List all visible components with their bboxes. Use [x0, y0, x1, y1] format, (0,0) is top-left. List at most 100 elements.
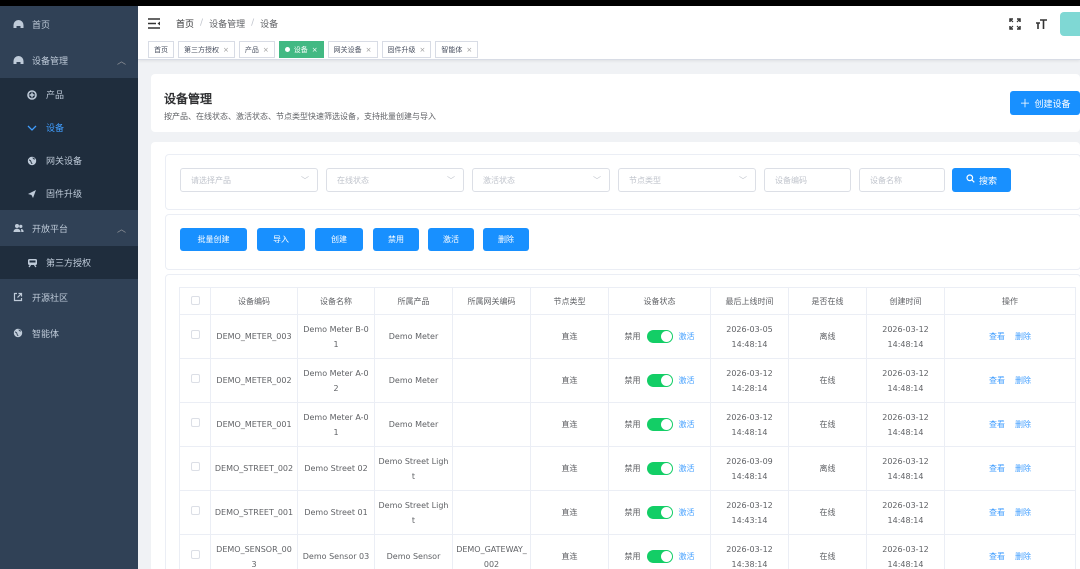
delete-link[interactable]: 删除 — [1015, 508, 1031, 517]
disabled-label: 禁用 — [624, 508, 641, 517]
sidebar-item-open-platform[interactable]: 开放平台 ︿ — [0, 210, 138, 246]
close-icon[interactable]: × — [223, 46, 229, 54]
open-platform-submenu: 第三方授权 — [0, 246, 138, 279]
fullscreen-icon[interactable] — [1008, 17, 1022, 31]
node-type-select[interactable]: 节点类型 ﹀ — [618, 168, 756, 192]
view-link[interactable]: 查看 — [989, 464, 1005, 473]
select-all-checkbox-cell[interactable] — [179, 287, 211, 315]
row-checkbox-cell[interactable] — [179, 358, 211, 403]
checkbox[interactable] — [190, 295, 200, 305]
view-link[interactable]: 查看 — [989, 552, 1005, 561]
create-device-button[interactable]: ＋创建设备 — [1010, 91, 1080, 115]
font-size-icon[interactable] — [1034, 17, 1048, 31]
status-group: 禁用 激活 — [612, 549, 707, 564]
sidebar-item-agent[interactable]: 智能体 — [0, 315, 138, 351]
delete-link[interactable]: 删除 — [1015, 332, 1031, 341]
view-link[interactable]: 查看 — [989, 332, 1005, 341]
checkbox[interactable] — [190, 506, 200, 515]
sidebar-item-device-management[interactable]: 设备管理 ︿ — [0, 42, 138, 78]
last-online-cell: 2026-03-12 14:38:14 — [710, 534, 789, 569]
sidebar-item-home[interactable]: 首页 — [0, 6, 138, 42]
status-toggle[interactable] — [646, 462, 673, 475]
device-code-cell: DEMO_STREET_002 — [210, 446, 298, 491]
device-code-input[interactable]: 设备编码 — [764, 168, 851, 192]
row-checkbox-cell[interactable] — [179, 402, 211, 447]
row-checkbox-cell[interactable] — [179, 490, 211, 535]
checkbox[interactable] — [190, 462, 200, 471]
column-header: 设备编码 — [210, 287, 298, 315]
tag-product[interactable]: 产品 × — [238, 41, 275, 58]
product-icon — [26, 89, 38, 101]
import-button[interactable]: 导入 — [257, 228, 305, 251]
gateway-cell — [452, 358, 531, 403]
tag-device[interactable]: 设备 × — [278, 41, 324, 58]
activation-status-select[interactable]: 激活状态 ﹀ — [472, 168, 610, 192]
tag-home[interactable]: 首页 — [148, 41, 174, 58]
close-icon[interactable]: × — [466, 46, 472, 54]
product-select[interactable]: 请选择产品 ﹀ — [180, 168, 318, 192]
view-link[interactable]: 查看 — [989, 508, 1005, 517]
delete-button[interactable]: 删除 — [483, 228, 529, 251]
delete-link[interactable]: 删除 — [1015, 464, 1031, 473]
sidebar-item-firmware[interactable]: 固件升级 — [0, 177, 138, 210]
tag-firmware[interactable]: 固件升级 × — [381, 41, 432, 58]
create-button[interactable]: 创建 — [315, 228, 363, 251]
status-toggle[interactable] — [646, 330, 673, 343]
row-checkbox-cell[interactable] — [179, 446, 211, 491]
status-toggle[interactable] — [646, 374, 673, 387]
search-button[interactable]: 搜索 — [952, 168, 1011, 192]
main-card: 请选择产品 ﹀ 在线状态 ﹀ 激活状态 ﹀ 节点类型 ﹀ 设备编码 设备名称 搜索 批量… — [151, 142, 1080, 569]
column-header: 所属网关编码 — [452, 287, 531, 315]
hamburger-icon[interactable] — [148, 17, 162, 29]
activated-label: 激活 — [678, 552, 695, 561]
sidebar-item-label: 设备管理 — [32, 56, 69, 67]
row-checkbox-cell[interactable] — [179, 534, 211, 569]
checkbox[interactable] — [190, 418, 200, 427]
operations-cell: 查看 删除 — [944, 402, 1076, 447]
close-icon[interactable]: × — [420, 46, 426, 54]
activated-label: 激活 — [678, 420, 695, 429]
close-icon[interactable]: × — [366, 46, 372, 54]
sidebar-item-product[interactable]: 产品 — [0, 78, 138, 111]
column-header: 创建时间 — [866, 287, 945, 315]
sidebar-item-device[interactable]: 设备 — [0, 111, 138, 144]
checkbox[interactable] — [190, 374, 200, 383]
node-type-cell: 直连 — [530, 490, 609, 535]
tag-gateway[interactable]: 网关设备 × — [327, 41, 378, 58]
view-link[interactable]: 查看 — [989, 420, 1005, 429]
tag-agent[interactable]: 智能体 × — [435, 41, 479, 58]
checkbox[interactable] — [190, 330, 200, 339]
delete-link[interactable]: 删除 — [1015, 552, 1031, 561]
activate-button[interactable]: 激活 — [428, 228, 474, 251]
toggle-knob — [660, 463, 672, 474]
online-status-select[interactable]: 在线状态 ﹀ — [326, 168, 464, 192]
breadcrumb-item[interactable]: 首页 — [176, 17, 194, 30]
auth-icon — [26, 257, 38, 269]
delete-link[interactable]: 删除 — [1015, 420, 1031, 429]
row-checkbox-cell[interactable] — [179, 314, 211, 359]
close-icon[interactable]: × — [312, 46, 318, 54]
sidebar-item-community[interactable]: 开源社区 — [0, 279, 138, 315]
last-online-cell: 2026-03-05 14:48:14 — [710, 314, 789, 359]
disable-button[interactable]: 禁用 — [373, 228, 419, 251]
close-icon[interactable]: × — [263, 46, 269, 54]
avatar[interactable] — [1060, 12, 1080, 36]
sidebar-item-gateway[interactable]: 网关设备 — [0, 144, 138, 177]
checkbox[interactable] — [190, 550, 200, 559]
last-online-cell: 2026-03-12 14:28:14 — [710, 358, 789, 403]
sidebar-item-third-party-auth[interactable]: 第三方授权 — [0, 246, 138, 279]
status-toggle[interactable] — [646, 506, 673, 519]
device-name-input[interactable]: 设备名称 — [859, 168, 945, 192]
disabled-label: 禁用 — [624, 376, 641, 385]
batch-create-button[interactable]: 批量创建 — [180, 228, 247, 251]
column-header: 所属产品 — [374, 287, 453, 315]
view-link[interactable]: 查看 — [989, 376, 1005, 385]
select-placeholder: 在线状态 — [337, 175, 369, 185]
delete-link[interactable]: 删除 — [1015, 376, 1031, 385]
content: 设备管理 按产品、在线状态、激活状态、节点类型快速筛选设备，支持批量创建与导入 … — [151, 74, 1080, 569]
status-toggle[interactable] — [646, 550, 673, 563]
tag-third-party-auth[interactable]: 第三方授权 × — [178, 41, 235, 58]
sidebar-item-label: 开放平台 — [32, 224, 69, 235]
operations-cell: 查看 删除 — [944, 446, 1076, 491]
status-toggle[interactable] — [646, 418, 673, 431]
